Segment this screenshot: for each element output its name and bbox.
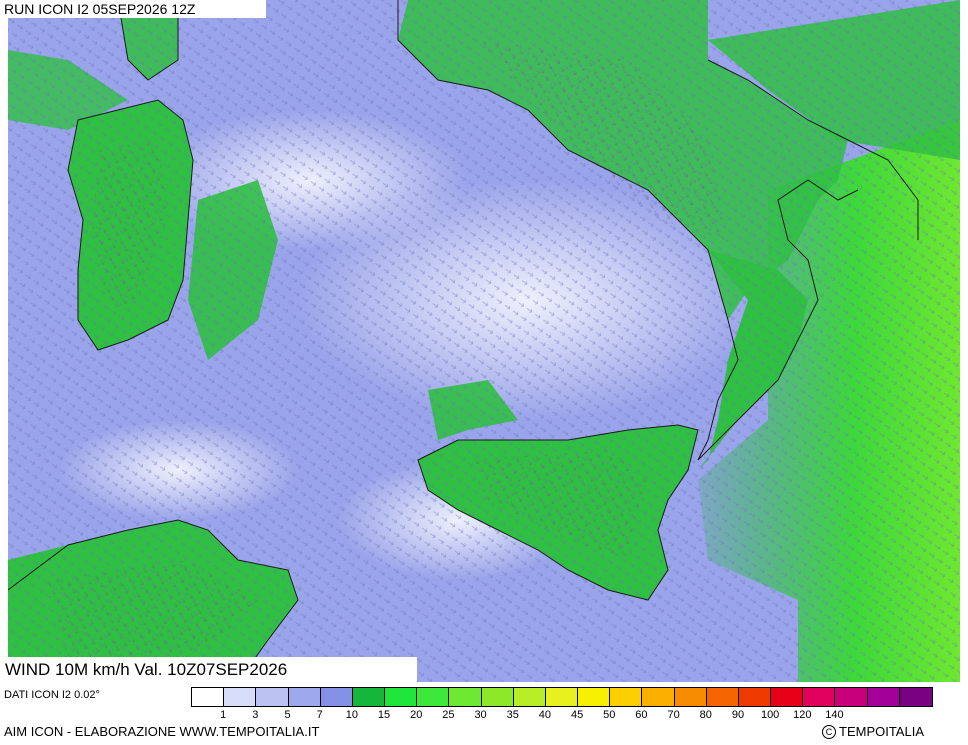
legend-swatch bbox=[642, 688, 675, 706]
credit-left: AIM ICON - ELABORAZIONE WWW.TEMPOITALIA.… bbox=[4, 724, 320, 739]
copyright-icon: C bbox=[822, 724, 836, 739]
legend-swatch bbox=[706, 688, 739, 706]
variable-title: WIND 10M km/h Val. 10Z07SEP2026 bbox=[0, 657, 417, 682]
legend-swatch bbox=[899, 688, 932, 706]
legend-swatch bbox=[513, 688, 546, 706]
legend-label: 7 bbox=[316, 709, 323, 721]
color-legend bbox=[191, 687, 933, 707]
legend-swatch bbox=[256, 688, 289, 706]
legend-label: 70 bbox=[667, 709, 680, 721]
legend-swatch bbox=[674, 688, 707, 706]
data-source: DATI ICON I2 0.02° bbox=[4, 689, 100, 701]
legend-label: 20 bbox=[410, 709, 423, 721]
legend-swatch bbox=[803, 688, 836, 706]
legend-swatch bbox=[835, 688, 868, 706]
legend-swatch bbox=[449, 688, 482, 706]
legend-swatch bbox=[578, 688, 611, 706]
legend-swatch bbox=[738, 688, 772, 706]
run-title: RUN ICON I2 05SEP2026 12Z bbox=[0, 0, 266, 18]
legend-label: 120 bbox=[793, 709, 812, 721]
legend-swatch bbox=[610, 688, 643, 706]
legend-label: 35 bbox=[506, 709, 519, 721]
legend-swatch bbox=[481, 688, 514, 706]
legend-label: 100 bbox=[760, 709, 780, 721]
legend-label: 45 bbox=[570, 709, 584, 721]
legend-label: 80 bbox=[699, 709, 712, 721]
legend-swatch bbox=[771, 688, 804, 706]
legend-swatch bbox=[192, 688, 225, 706]
legend-swatch bbox=[288, 688, 321, 706]
legend-label: 60 bbox=[635, 709, 648, 721]
legend-swatch bbox=[417, 688, 450, 706]
legend-swatch bbox=[545, 688, 579, 706]
legend-label: 50 bbox=[603, 709, 616, 721]
legend-swatch bbox=[352, 688, 386, 706]
legend-swatch bbox=[385, 688, 418, 706]
wind-map bbox=[8, 0, 960, 682]
legend-label: 40 bbox=[538, 709, 552, 721]
legend-label: 1 bbox=[220, 709, 227, 721]
legend-label: 10 bbox=[345, 709, 358, 721]
wind-map-svg bbox=[8, 0, 960, 682]
legend-swatch bbox=[224, 688, 257, 706]
legend-label: 90 bbox=[731, 709, 745, 721]
legend-swatch bbox=[867, 688, 900, 706]
legend-label: 3 bbox=[252, 709, 259, 721]
legend-label: 25 bbox=[442, 709, 455, 721]
legend-label: 15 bbox=[377, 709, 391, 721]
legend-label: 140 bbox=[825, 709, 844, 721]
color-legend-labels: 1 3 5 7 10 15 20 25 30 35 40 45 50 60 70 80 90 100 120 140 bbox=[191, 709, 931, 723]
legend-label: 5 bbox=[284, 709, 291, 721]
legend-swatch bbox=[320, 688, 353, 706]
credit-right: C TEMPOITALIA bbox=[822, 724, 924, 739]
credit-right-text: TEMPOITALIA bbox=[839, 724, 924, 739]
legend-label: 30 bbox=[474, 709, 487, 721]
